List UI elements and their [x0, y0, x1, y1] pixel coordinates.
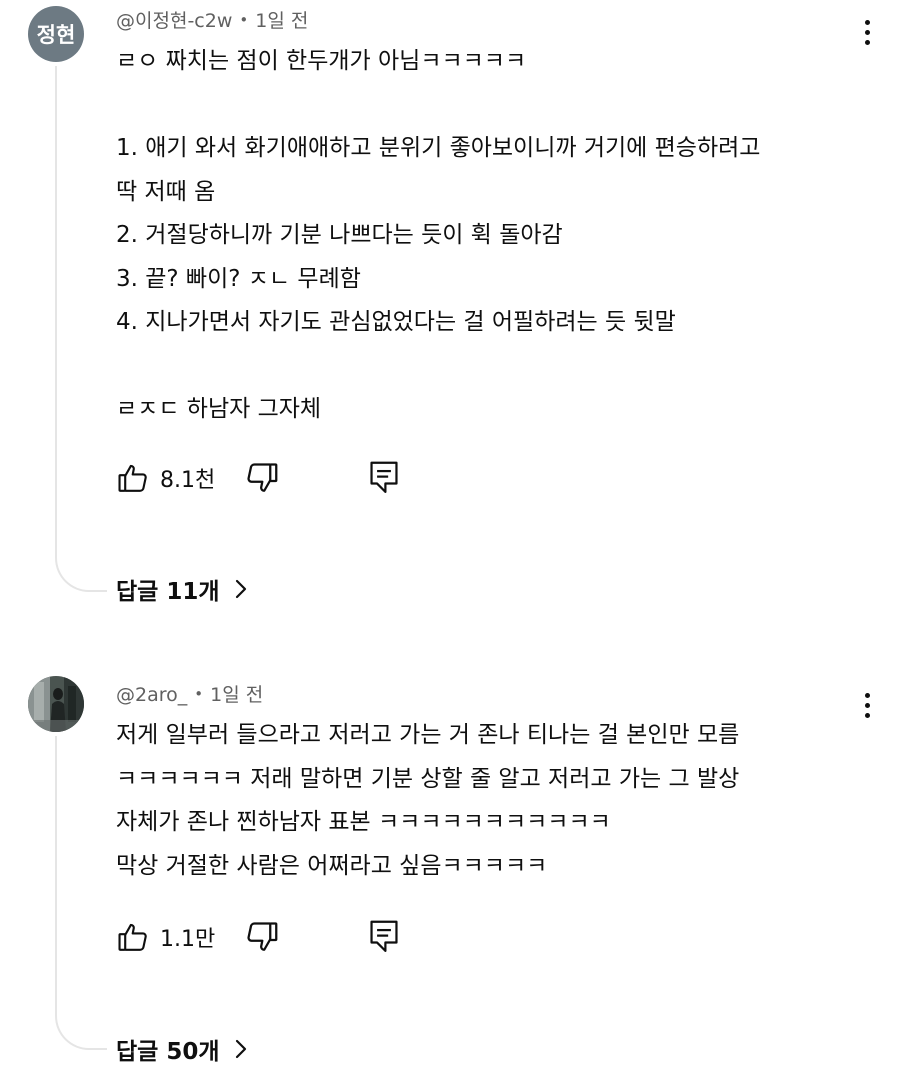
replies-label: 답글 50개 — [116, 1039, 220, 1065]
comment-line: 저게 일부러 들으라고 저러고 가는 거 존나 티나는 걸 본인만 모름 — [116, 722, 740, 748]
comment-line: 자체가 존나 찐하남자 표본 ㅋㅋㅋㅋㅋㅋㅋㅋㅋㅋㅋ — [116, 809, 611, 835]
thumbs-down-icon — [247, 922, 278, 951]
comment-text: 저게 일부러 들으라고 저러고 가는 거 존나 티나는 걸 본인만 모름 ㅋㅋㅋ… — [116, 714, 876, 888]
separator-dot: • — [194, 685, 204, 703]
profile-photo — [28, 676, 84, 732]
chevron-right-icon — [234, 1038, 248, 1060]
comment-actions: 1.1만 — [116, 917, 416, 957]
more-vert-icon — [864, 692, 870, 698]
comment-line: 막상 거절한 사람은 어쩌라고 싶음ㅋㅋㅋㅋㅋ — [116, 852, 548, 879]
thread-line — [55, 736, 107, 1050]
reply-icon — [370, 920, 398, 952]
view-replies-button[interactable]: 답글 50개 — [116, 1032, 248, 1066]
more-vert-dot — [864, 702, 870, 708]
like-button[interactable]: 1.1만 — [116, 920, 215, 954]
avatar[interactable] — [28, 676, 84, 732]
comment-time[interactable]: 1일 전 — [210, 684, 263, 706]
comment-line: ㅋㅋㅋㅋㅋㅋ 저래 말하면 기분 상할 줄 알고 저러고 가는 그 발상 — [116, 765, 740, 792]
thumbs-up-icon — [118, 923, 147, 951]
like-count: 1.1만 — [160, 927, 216, 952]
comment-meta: @2aro_ • 1일 전 — [116, 680, 263, 707]
dislike-button[interactable] — [244, 919, 280, 959]
reply-button[interactable] — [368, 919, 400, 959]
comment-thread: @2aro_ • 1일 전 저게 일부러 들으라고 저러고 가는 거 존나 티나는 … — [0, 0, 924, 1074]
author-name[interactable]: @2aro_ — [116, 684, 187, 706]
